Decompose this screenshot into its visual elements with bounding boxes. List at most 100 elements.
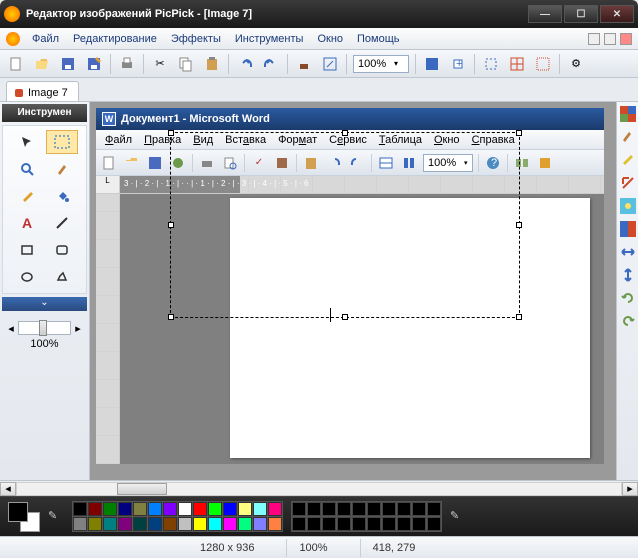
emb-undo-icon[interactable] [325,154,343,172]
menu-tools[interactable]: Инструменты [229,31,310,47]
custom-swatch[interactable] [382,517,396,531]
swatch[interactable] [223,517,237,531]
grid-button[interactable] [507,54,527,74]
emb-menu-view[interactable]: Вид [188,133,218,147]
scroll-left-button[interactable]: ◂ [0,482,16,496]
emb-menu-window[interactable]: Окно [429,133,465,147]
custom-swatch[interactable] [307,502,321,516]
custom-swatch[interactable] [397,517,411,531]
custom-swatch[interactable] [397,502,411,516]
rp-flip-v-icon[interactable] [620,267,636,283]
expand-tools-button[interactable]: ⌄ [2,297,87,311]
swatch[interactable] [208,502,222,516]
custom-swatch[interactable] [367,517,381,531]
emb-menu-help[interactable]: Справка [467,133,520,147]
fill-tool[interactable] [46,184,78,208]
emb-columns-icon[interactable] [400,154,418,172]
swatch[interactable] [133,502,147,516]
emb-menu-format[interactable]: Формат [273,133,322,147]
emb-redo-icon[interactable] [348,154,366,172]
swatch[interactable] [193,517,207,531]
size-track[interactable] [18,321,71,335]
brush-tool[interactable] [46,157,78,181]
menu-help[interactable]: Помощь [351,31,406,47]
custom-swatch[interactable] [337,517,351,531]
emb-read-icon[interactable] [513,154,531,172]
swatch[interactable] [163,517,177,531]
size-decrease[interactable]: ◂ [6,322,16,335]
settings-button[interactable]: ⚙ [566,54,586,74]
text-tool[interactable]: A [11,211,43,235]
custom-swatch[interactable] [292,502,306,516]
swatch[interactable] [73,502,87,516]
resize-button[interactable] [320,54,340,74]
canvas-area[interactable]: W Документ1 - Microsoft Word Файл Правка… [90,102,616,480]
rp-rotate-cw-icon[interactable] [620,290,636,306]
custom-swatch[interactable] [352,502,366,516]
swatch[interactable] [253,517,267,531]
emb-menu-table[interactable]: Таблица [374,133,427,147]
tab-image7[interactable]: Image 7 [6,81,79,101]
actual-size-button[interactable]: + [448,54,468,74]
rp-rotate-ccw-icon[interactable] [620,313,636,329]
size-increase[interactable]: ▸ [73,322,83,335]
swatch[interactable] [208,517,222,531]
swatch[interactable] [88,502,102,516]
emb-permission-icon[interactable] [169,154,187,172]
emb-menu-insert[interactable]: Вставка [220,133,271,147]
size-thumb[interactable] [39,320,47,336]
close-button[interactable]: ✕ [600,5,634,23]
custom-swatch[interactable] [352,517,366,531]
custom-swatch[interactable] [382,502,396,516]
swatch[interactable] [103,517,117,531]
fg-bg-swatch[interactable] [8,502,40,532]
pencil-tool[interactable] [11,184,43,208]
emb-help-icon[interactable]: ? [484,154,502,172]
new-button[interactable] [6,54,26,74]
stamp-button[interactable] [294,54,314,74]
emb-menu-service[interactable]: Сервис [324,133,372,147]
scroll-thumb[interactable] [117,483,167,495]
mdi-close-icon[interactable] [620,33,632,45]
swatch[interactable] [268,517,282,531]
rp-brightness-icon[interactable] [620,198,636,214]
emb-taskpane-icon[interactable] [536,154,554,172]
custom-swatch[interactable] [322,502,336,516]
pointer-tool[interactable] [11,130,43,154]
swatch[interactable] [148,517,162,531]
rp-contrast-icon[interactable] [620,221,636,237]
custom-swatch[interactable] [337,502,351,516]
print-button[interactable] [117,54,137,74]
custom-swatch[interactable] [292,517,306,531]
custom-swatch[interactable] [367,502,381,516]
swatch[interactable] [253,502,267,516]
emb-spell-icon[interactable]: ✓ [250,154,268,172]
copy-button[interactable] [176,54,196,74]
rp-brush-icon[interactable] [620,129,636,145]
eyedropper-icon[interactable]: ✎ [450,509,466,525]
emb-zoom-input[interactable]: ▾ [423,154,473,172]
zoom-input[interactable]: ▾ [353,55,409,73]
redo-button[interactable] [261,54,281,74]
polygon-tool[interactable] [46,265,78,289]
swatch[interactable] [88,517,102,531]
select-all-button[interactable] [533,54,553,74]
fg-color[interactable] [8,502,28,522]
scroll-track[interactable] [16,482,622,496]
swatch[interactable] [103,502,117,516]
custom-swatch[interactable] [412,517,426,531]
swatch[interactable] [163,502,177,516]
swatch[interactable] [178,502,192,516]
emb-new-icon[interactable] [100,154,118,172]
fit-button[interactable] [422,54,442,74]
roundrect-tool[interactable] [46,238,78,262]
emb-table-icon[interactable] [377,154,395,172]
swatch[interactable] [133,517,147,531]
swatch[interactable] [73,517,87,531]
custom-swatch[interactable] [322,517,336,531]
emb-preview-icon[interactable] [221,154,239,172]
minimize-button[interactable]: — [528,5,562,23]
menu-edit[interactable]: Редактирование [67,31,163,47]
swatch[interactable] [148,502,162,516]
crop-button[interactable] [481,54,501,74]
